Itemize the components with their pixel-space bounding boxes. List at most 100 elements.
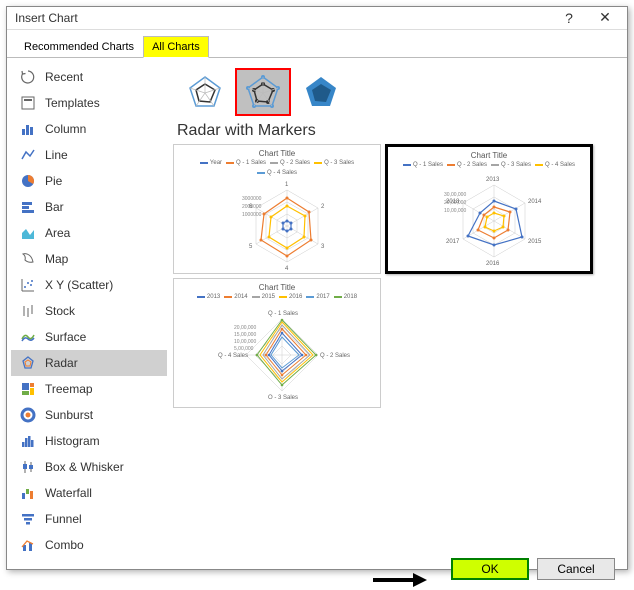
tab-recommended-charts[interactable]: Recommended Charts bbox=[15, 36, 143, 58]
preview-title: Chart Title bbox=[471, 151, 507, 160]
box-whisker-icon bbox=[19, 458, 37, 476]
sidebar-item-combo[interactable]: Combo bbox=[11, 532, 167, 558]
pie-icon bbox=[19, 172, 37, 190]
subtype-title: Radar with Markers bbox=[177, 122, 617, 140]
preview-2[interactable]: Chart Title Q - 1 Sales Q - 2 Sales Q - … bbox=[385, 144, 593, 274]
combo-icon bbox=[19, 536, 37, 554]
map-icon bbox=[19, 250, 37, 268]
svg-text:1: 1 bbox=[285, 182, 289, 188]
svg-text:2018: 2018 bbox=[446, 199, 460, 205]
main-panel: Radar with Markers Chart Title Year Q - … bbox=[167, 64, 627, 558]
sidebar-item-label: Waterfall bbox=[45, 486, 92, 500]
tab-all-charts[interactable]: All Charts bbox=[143, 36, 209, 58]
ok-button[interactable]: OK bbox=[451, 558, 529, 580]
svg-text:Q - 3 Sales: Q - 3 Sales bbox=[268, 395, 298, 399]
sidebar-item-label: Funnel bbox=[45, 512, 82, 526]
recent-icon bbox=[19, 68, 37, 86]
sidebar-item-treemap[interactable]: Treemap bbox=[11, 376, 167, 402]
sidebar-item-funnel[interactable]: Funnel bbox=[11, 506, 167, 532]
insert-chart-dialog: Insert Chart ? ✕ Recommended Charts All … bbox=[6, 6, 628, 570]
preview-chart: 20,00,000 15,00,000 10,00,000 5,00,000 Q… bbox=[178, 302, 376, 405]
column-icon bbox=[19, 120, 37, 138]
surface-icon bbox=[19, 328, 37, 346]
svg-text:15,00,000: 15,00,000 bbox=[234, 332, 256, 338]
sidebar-item-bar[interactable]: Bar bbox=[11, 194, 167, 220]
help-button[interactable]: ? bbox=[551, 7, 587, 29]
scatter-icon bbox=[19, 276, 37, 294]
sidebar-item-label: Recent bbox=[45, 70, 83, 84]
svg-text:10,00,000: 10,00,000 bbox=[444, 208, 466, 214]
preview-legend: Q - 1 Sales Q - 2 Sales Q - 3 Sales Q - … bbox=[403, 162, 575, 168]
dialog-body: Recent Templates Column Line Pie Bar Are… bbox=[7, 58, 627, 558]
svg-text:2015: 2015 bbox=[528, 239, 542, 245]
close-button[interactable]: ✕ bbox=[587, 7, 623, 29]
sidebar-item-label: Column bbox=[45, 122, 86, 136]
sidebar-item-label: X Y (Scatter) bbox=[45, 278, 113, 292]
funnel-icon bbox=[19, 510, 37, 528]
svg-text:10,00,000: 10,00,000 bbox=[234, 339, 256, 345]
sidebar-item-waterfall[interactable]: Waterfall bbox=[11, 480, 167, 506]
titlebar: Insert Chart ? ✕ bbox=[7, 7, 627, 30]
sidebar-item-templates[interactable]: Templates bbox=[11, 90, 167, 116]
sidebar-item-label: Histogram bbox=[45, 434, 100, 448]
sidebar-item-pie[interactable]: Pie bbox=[11, 168, 167, 194]
svg-text:30,00,000: 30,00,000 bbox=[444, 192, 466, 198]
subtype-radar[interactable] bbox=[177, 68, 233, 116]
sidebar-item-label: Treemap bbox=[45, 382, 93, 396]
dialog-title: Insert Chart bbox=[15, 11, 551, 25]
preview-legend: Year Q - 1 Sales Q - 2 Sales Q - 3 Sales… bbox=[178, 160, 376, 176]
sidebar-item-sunburst[interactable]: Sunburst bbox=[11, 402, 167, 428]
sidebar-item-box-whisker[interactable]: Box & Whisker bbox=[11, 454, 167, 480]
chart-previews: Chart Title Year Q - 1 Sales Q - 2 Sales… bbox=[173, 144, 617, 408]
sidebar-item-label: Area bbox=[45, 226, 70, 240]
line-icon bbox=[19, 146, 37, 164]
chart-subtypes bbox=[173, 68, 617, 116]
preview-3[interactable]: Chart Title 2013 2014 2015 2016 2017 201… bbox=[173, 278, 381, 408]
sidebar-item-label: Sunburst bbox=[45, 408, 93, 422]
svg-text:1000000: 1000000 bbox=[242, 212, 262, 218]
subtype-filled-radar[interactable] bbox=[293, 68, 349, 116]
svg-text:Q - 1 Sales: Q - 1 Sales bbox=[268, 311, 298, 317]
sidebar-item-label: Radar bbox=[45, 356, 78, 370]
tabs: Recommended Charts All Charts bbox=[7, 30, 627, 58]
svg-text:2014: 2014 bbox=[528, 199, 542, 205]
sidebar-item-recent[interactable]: Recent bbox=[11, 64, 167, 90]
sidebar-item-area[interactable]: Area bbox=[11, 220, 167, 246]
sidebar-item-column[interactable]: Column bbox=[11, 116, 167, 142]
bar-icon bbox=[19, 198, 37, 216]
sidebar-item-surface[interactable]: Surface bbox=[11, 324, 167, 350]
preview-legend: 2013 2014 2015 2016 2017 2018 bbox=[197, 294, 357, 300]
treemap-icon bbox=[19, 380, 37, 398]
radar-icon bbox=[19, 354, 37, 372]
sunburst-icon bbox=[19, 406, 37, 424]
svg-text:2: 2 bbox=[321, 204, 325, 210]
sidebar-item-label: Combo bbox=[45, 538, 84, 552]
annotation-arrow-icon bbox=[371, 570, 427, 590]
sidebar-item-label: Box & Whisker bbox=[45, 460, 124, 474]
sidebar-item-stock[interactable]: Stock bbox=[11, 298, 167, 324]
dialog-footer: OK Cancel bbox=[7, 558, 627, 580]
subtype-radar-markers[interactable] bbox=[235, 68, 291, 116]
svg-text:3000000: 3000000 bbox=[242, 196, 262, 202]
preview-title: Chart Title bbox=[259, 283, 295, 292]
preview-title: Chart Title bbox=[259, 149, 295, 158]
sidebar-item-label: Stock bbox=[45, 304, 75, 318]
svg-text:3: 3 bbox=[321, 244, 325, 250]
preview-chart: 30,00,000 20,00,000 10,00,000 2013 2014 … bbox=[392, 170, 586, 269]
cancel-button[interactable]: Cancel bbox=[537, 558, 615, 580]
templates-icon bbox=[19, 94, 37, 112]
sidebar-item-label: Templates bbox=[45, 96, 100, 110]
sidebar-item-line[interactable]: Line bbox=[11, 142, 167, 168]
sidebar-item-radar[interactable]: Radar bbox=[11, 350, 167, 376]
sidebar-item-scatter[interactable]: X Y (Scatter) bbox=[11, 272, 167, 298]
svg-text:2017: 2017 bbox=[446, 239, 460, 245]
svg-text:5: 5 bbox=[249, 244, 253, 250]
svg-text:4: 4 bbox=[285, 266, 289, 270]
sidebar-item-map[interactable]: Map bbox=[11, 246, 167, 272]
svg-text:5,00,000: 5,00,000 bbox=[234, 346, 254, 352]
chart-type-sidebar: Recent Templates Column Line Pie Bar Are… bbox=[11, 64, 167, 558]
sidebar-item-histogram[interactable]: Histogram bbox=[11, 428, 167, 454]
area-icon bbox=[19, 224, 37, 242]
sidebar-item-label: Pie bbox=[45, 174, 62, 188]
preview-1[interactable]: Chart Title Year Q - 1 Sales Q - 2 Sales… bbox=[173, 144, 381, 274]
